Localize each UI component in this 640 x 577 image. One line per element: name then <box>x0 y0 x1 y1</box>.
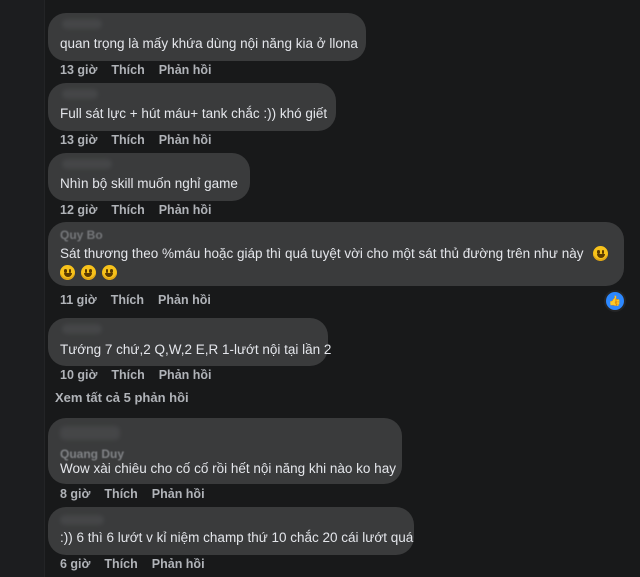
comment-author-redacted <box>62 159 112 169</box>
comment-timestamp[interactable]: 11 giờ <box>60 293 97 307</box>
comment-timestamp[interactable]: 10 giờ <box>60 368 97 382</box>
grinning-face-icon <box>101 265 117 280</box>
comment-text: quan trọng là mấy khứa dùng nội năng kia… <box>60 36 358 51</box>
thread-line <box>0 0 45 577</box>
comment-timestamp[interactable]: 12 giờ <box>60 203 97 217</box>
comment-actions: 8 giờ Thích Phản hồi <box>60 487 205 501</box>
like-button[interactable]: Thích <box>104 487 137 501</box>
reply-button[interactable]: Phản hồi <box>152 487 205 501</box>
comment-timestamp[interactable]: 13 giờ <box>60 63 97 77</box>
comment-author-redacted <box>62 89 98 99</box>
comment-timestamp[interactable]: 8 giờ <box>60 487 90 501</box>
reply-button[interactable]: Phản hồi <box>152 557 205 571</box>
comment-text: Full sát lực + hút máu+ tank chắc :)) kh… <box>60 106 328 121</box>
comment-actions: 10 giờ Thích Phản hồi <box>60 368 212 382</box>
comment-actions: 11 giờ Thích Phản hồi <box>60 293 211 307</box>
like-button[interactable]: Thích <box>111 368 144 382</box>
comment-text: Sát thương theo %máu hoặc giáp thì quá t… <box>60 244 610 264</box>
reply-button[interactable]: Phản hồi <box>159 368 212 382</box>
like-button[interactable]: Thích <box>111 63 144 77</box>
reply-button[interactable]: Phản hồi <box>159 63 212 77</box>
comment-author[interactable]: Quy Bo <box>60 228 103 242</box>
comment-timestamp[interactable]: 6 giờ <box>60 557 90 571</box>
reply-button[interactable]: Phản hồi <box>159 203 212 217</box>
comment-actions: 13 giờ Thích Phản hồi <box>60 63 212 77</box>
grinning-face-icon <box>593 246 609 261</box>
comment-text: Tướng 7 chứ,2 Q,W,2 E,R 1-lướt nội tại l… <box>60 342 332 357</box>
comment-actions: 13 giờ Thích Phản hồi <box>60 133 212 147</box>
comment-actions: 12 giờ Thích Phản hồi <box>60 203 212 217</box>
comment-emoji-row <box>60 263 119 283</box>
comment-text: :)) 6 thì 6 lướt v kỉ niệm champ thứ 10 … <box>60 530 414 545</box>
reply-button[interactable]: Phản hồi <box>159 133 212 147</box>
comment-text-content: Sát thương theo %máu hoặc giáp thì quá t… <box>60 246 584 261</box>
comment-author-redacted <box>62 324 102 334</box>
like-button[interactable]: Thích <box>111 203 144 217</box>
comment-author-redacted <box>60 515 104 525</box>
comment-text: Wow xài chiêu cho cố cố rồi hết nội năng… <box>60 461 396 476</box>
view-all-replies-link[interactable]: Xem tất cả 5 phản hồi <box>55 390 189 405</box>
like-button[interactable]: Thích <box>104 557 137 571</box>
grinning-face-icon <box>80 265 96 280</box>
thumbs-up-icon[interactable]: 👍 <box>604 290 626 312</box>
grinning-face-icon <box>60 265 75 280</box>
comment-actions: 6 giờ Thích Phản hồi <box>60 557 205 571</box>
comment-author-redacted <box>60 426 120 440</box>
comment-timestamp[interactable]: 13 giờ <box>60 133 97 147</box>
comment-text: Nhìn bộ skill muốn nghỉ game <box>60 176 238 191</box>
reply-button[interactable]: Phản hồi <box>158 293 211 307</box>
comment-author-redacted <box>62 19 102 29</box>
like-button[interactable]: Thích <box>111 293 144 307</box>
like-button[interactable]: Thích <box>111 133 144 147</box>
